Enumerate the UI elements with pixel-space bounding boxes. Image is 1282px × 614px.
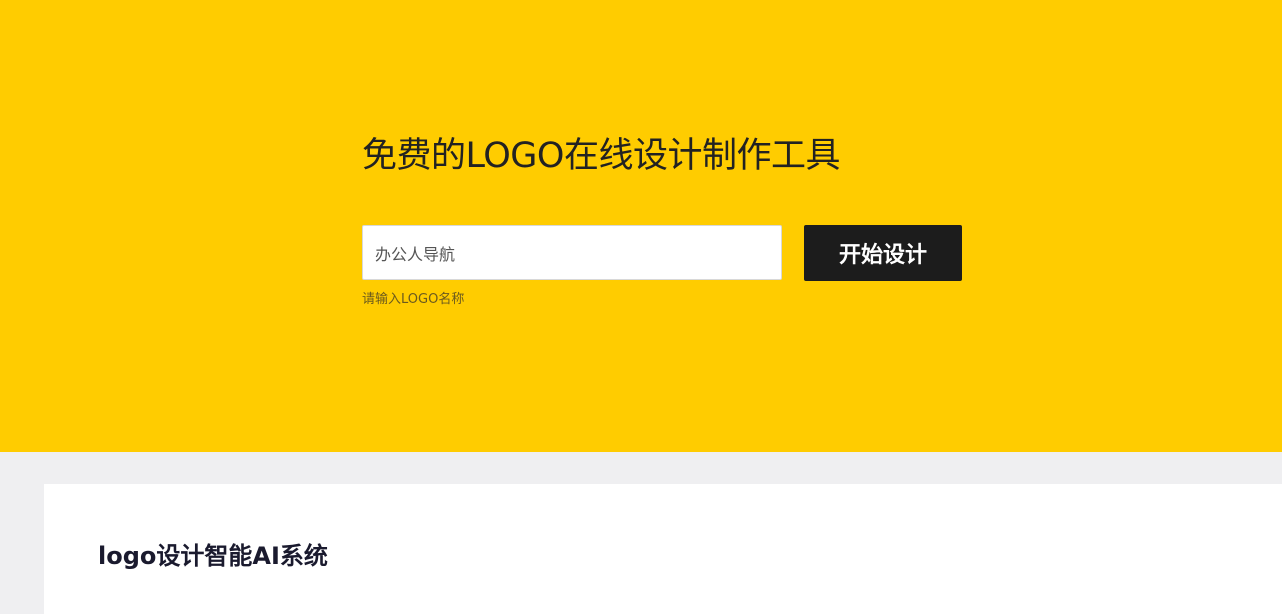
logo-name-hint: 请输入LOGO名称 [362,292,465,307]
logo-name-input[interactable] [362,225,782,280]
start-design-button[interactable]: 开始设计 [804,225,962,281]
section-title: logo设计智能AI系统 [98,542,328,570]
hero-title: 免费的LOGO在线设计制作工具 [362,136,840,176]
hero-banner: 免费的LOGO在线设计制作工具 开始设计 请输入LOGO名称 [0,0,1282,452]
content-card: logo设计智能AI系统 [44,484,1282,614]
